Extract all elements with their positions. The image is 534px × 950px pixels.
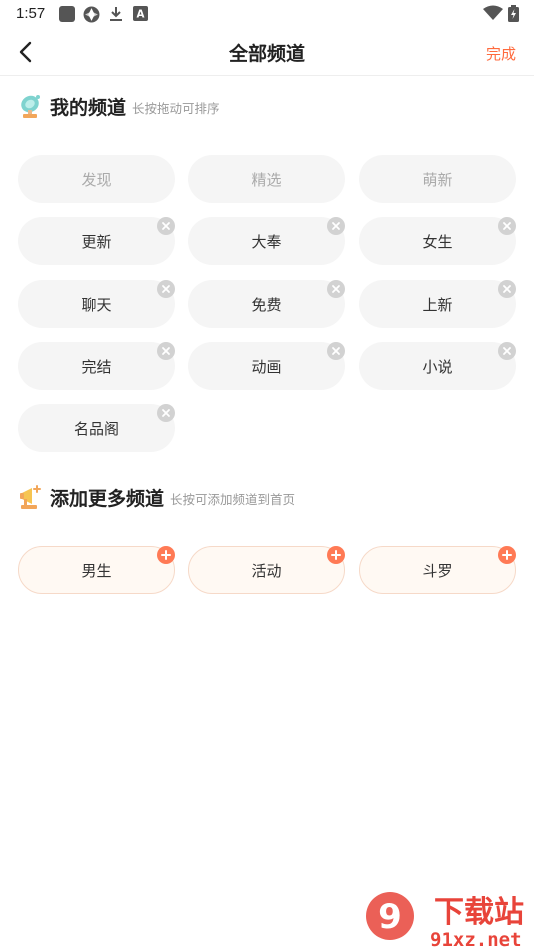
remove-channel-button[interactable] <box>327 342 345 360</box>
add-channel-button[interactable] <box>327 546 345 564</box>
close-icon <box>332 285 340 293</box>
channel-chip[interactable]: 动画 <box>188 342 345 390</box>
close-icon <box>162 347 170 355</box>
channel-chip[interactable]: 完结 <box>18 342 175 390</box>
my-channels-title: 我的频道 <box>50 96 127 119</box>
channel-chip[interactable]: 名品阁 <box>18 404 175 452</box>
font-a-icon: A <box>133 6 149 22</box>
close-icon <box>332 347 340 355</box>
watermark-graphic: 9 下载站 91xz.net <box>366 892 524 950</box>
channel-chip[interactable]: 大奉 <box>188 217 345 265</box>
svg-text:9: 9 <box>378 897 402 937</box>
remove-channel-button[interactable] <box>157 280 175 298</box>
aperture-icon <box>83 6 100 23</box>
channel-chip-fixed[interactable]: 精选 <box>188 155 345 203</box>
download-icon <box>108 6 124 22</box>
channel-chip-fixed[interactable]: 萌新 <box>359 155 516 203</box>
wifi-icon <box>483 5 503 25</box>
my-channels-hint: 长按拖动可排序 <box>132 101 220 116</box>
close-icon <box>332 222 340 230</box>
close-icon <box>162 285 170 293</box>
channel-chip[interactable]: 女生 <box>359 217 516 265</box>
channel-chip[interactable]: 小说 <box>359 342 516 390</box>
close-icon <box>503 347 511 355</box>
channel-chip[interactable]: 聊天 <box>18 280 175 328</box>
add-channel-button[interactable] <box>157 546 175 564</box>
more-channels-title: 添加更多频道 <box>50 487 165 510</box>
add-channel-chip[interactable]: 斗罗 <box>359 546 516 594</box>
page-title: 全部频道 <box>228 43 305 65</box>
satellite-dish-icon <box>21 95 40 118</box>
plus-icon <box>161 550 171 560</box>
channel-chip[interactable]: 更新 <box>18 217 175 265</box>
remove-channel-button[interactable] <box>157 404 175 422</box>
app-notification-icon <box>59 6 75 22</box>
close-icon <box>162 409 170 417</box>
status-bar: 1:57 A <box>0 0 534 28</box>
watermark-logo: 9 下载站 91xz.net <box>362 888 534 950</box>
close-icon <box>503 285 511 293</box>
remove-channel-button[interactable] <box>327 217 345 235</box>
remove-channel-button[interactable] <box>498 342 516 360</box>
svg-text:下载站: 下载站 <box>434 895 524 930</box>
add-channel-chip[interactable]: 男生 <box>18 546 175 594</box>
channel-chip[interactable]: 上新 <box>359 280 516 328</box>
remove-channel-button[interactable] <box>157 217 175 235</box>
more-channels-header: 添加更多频道 长按可添加频道到首页 <box>18 483 295 511</box>
svg-text:91xz.net: 91xz.net <box>430 929 522 950</box>
battery-charging-icon <box>508 5 519 26</box>
status-time: 1:57 <box>16 5 46 22</box>
top-app-bar: 全部频道 完成 <box>0 28 534 76</box>
remove-channel-button[interactable] <box>327 280 345 298</box>
plus-icon <box>502 550 512 560</box>
remove-channel-button[interactable] <box>498 280 516 298</box>
add-channel-button[interactable] <box>498 546 516 564</box>
close-icon <box>162 222 170 230</box>
svg-text:A: A <box>137 9 145 21</box>
channel-chip[interactable]: 免费 <box>188 280 345 328</box>
add-channel-chip[interactable]: 活动 <box>188 546 345 594</box>
remove-channel-button[interactable] <box>498 217 516 235</box>
done-button[interactable]: 完成 <box>486 43 516 64</box>
close-icon <box>503 222 511 230</box>
more-channels-hint: 长按可添加频道到首页 <box>170 492 296 507</box>
remove-channel-button[interactable] <box>157 342 175 360</box>
my-channels-header: 我的频道 长按拖动可排序 <box>18 92 220 120</box>
channel-chip-fixed[interactable]: 发现 <box>18 155 175 203</box>
plus-icon <box>331 550 341 560</box>
megaphone-add-icon <box>20 485 41 509</box>
